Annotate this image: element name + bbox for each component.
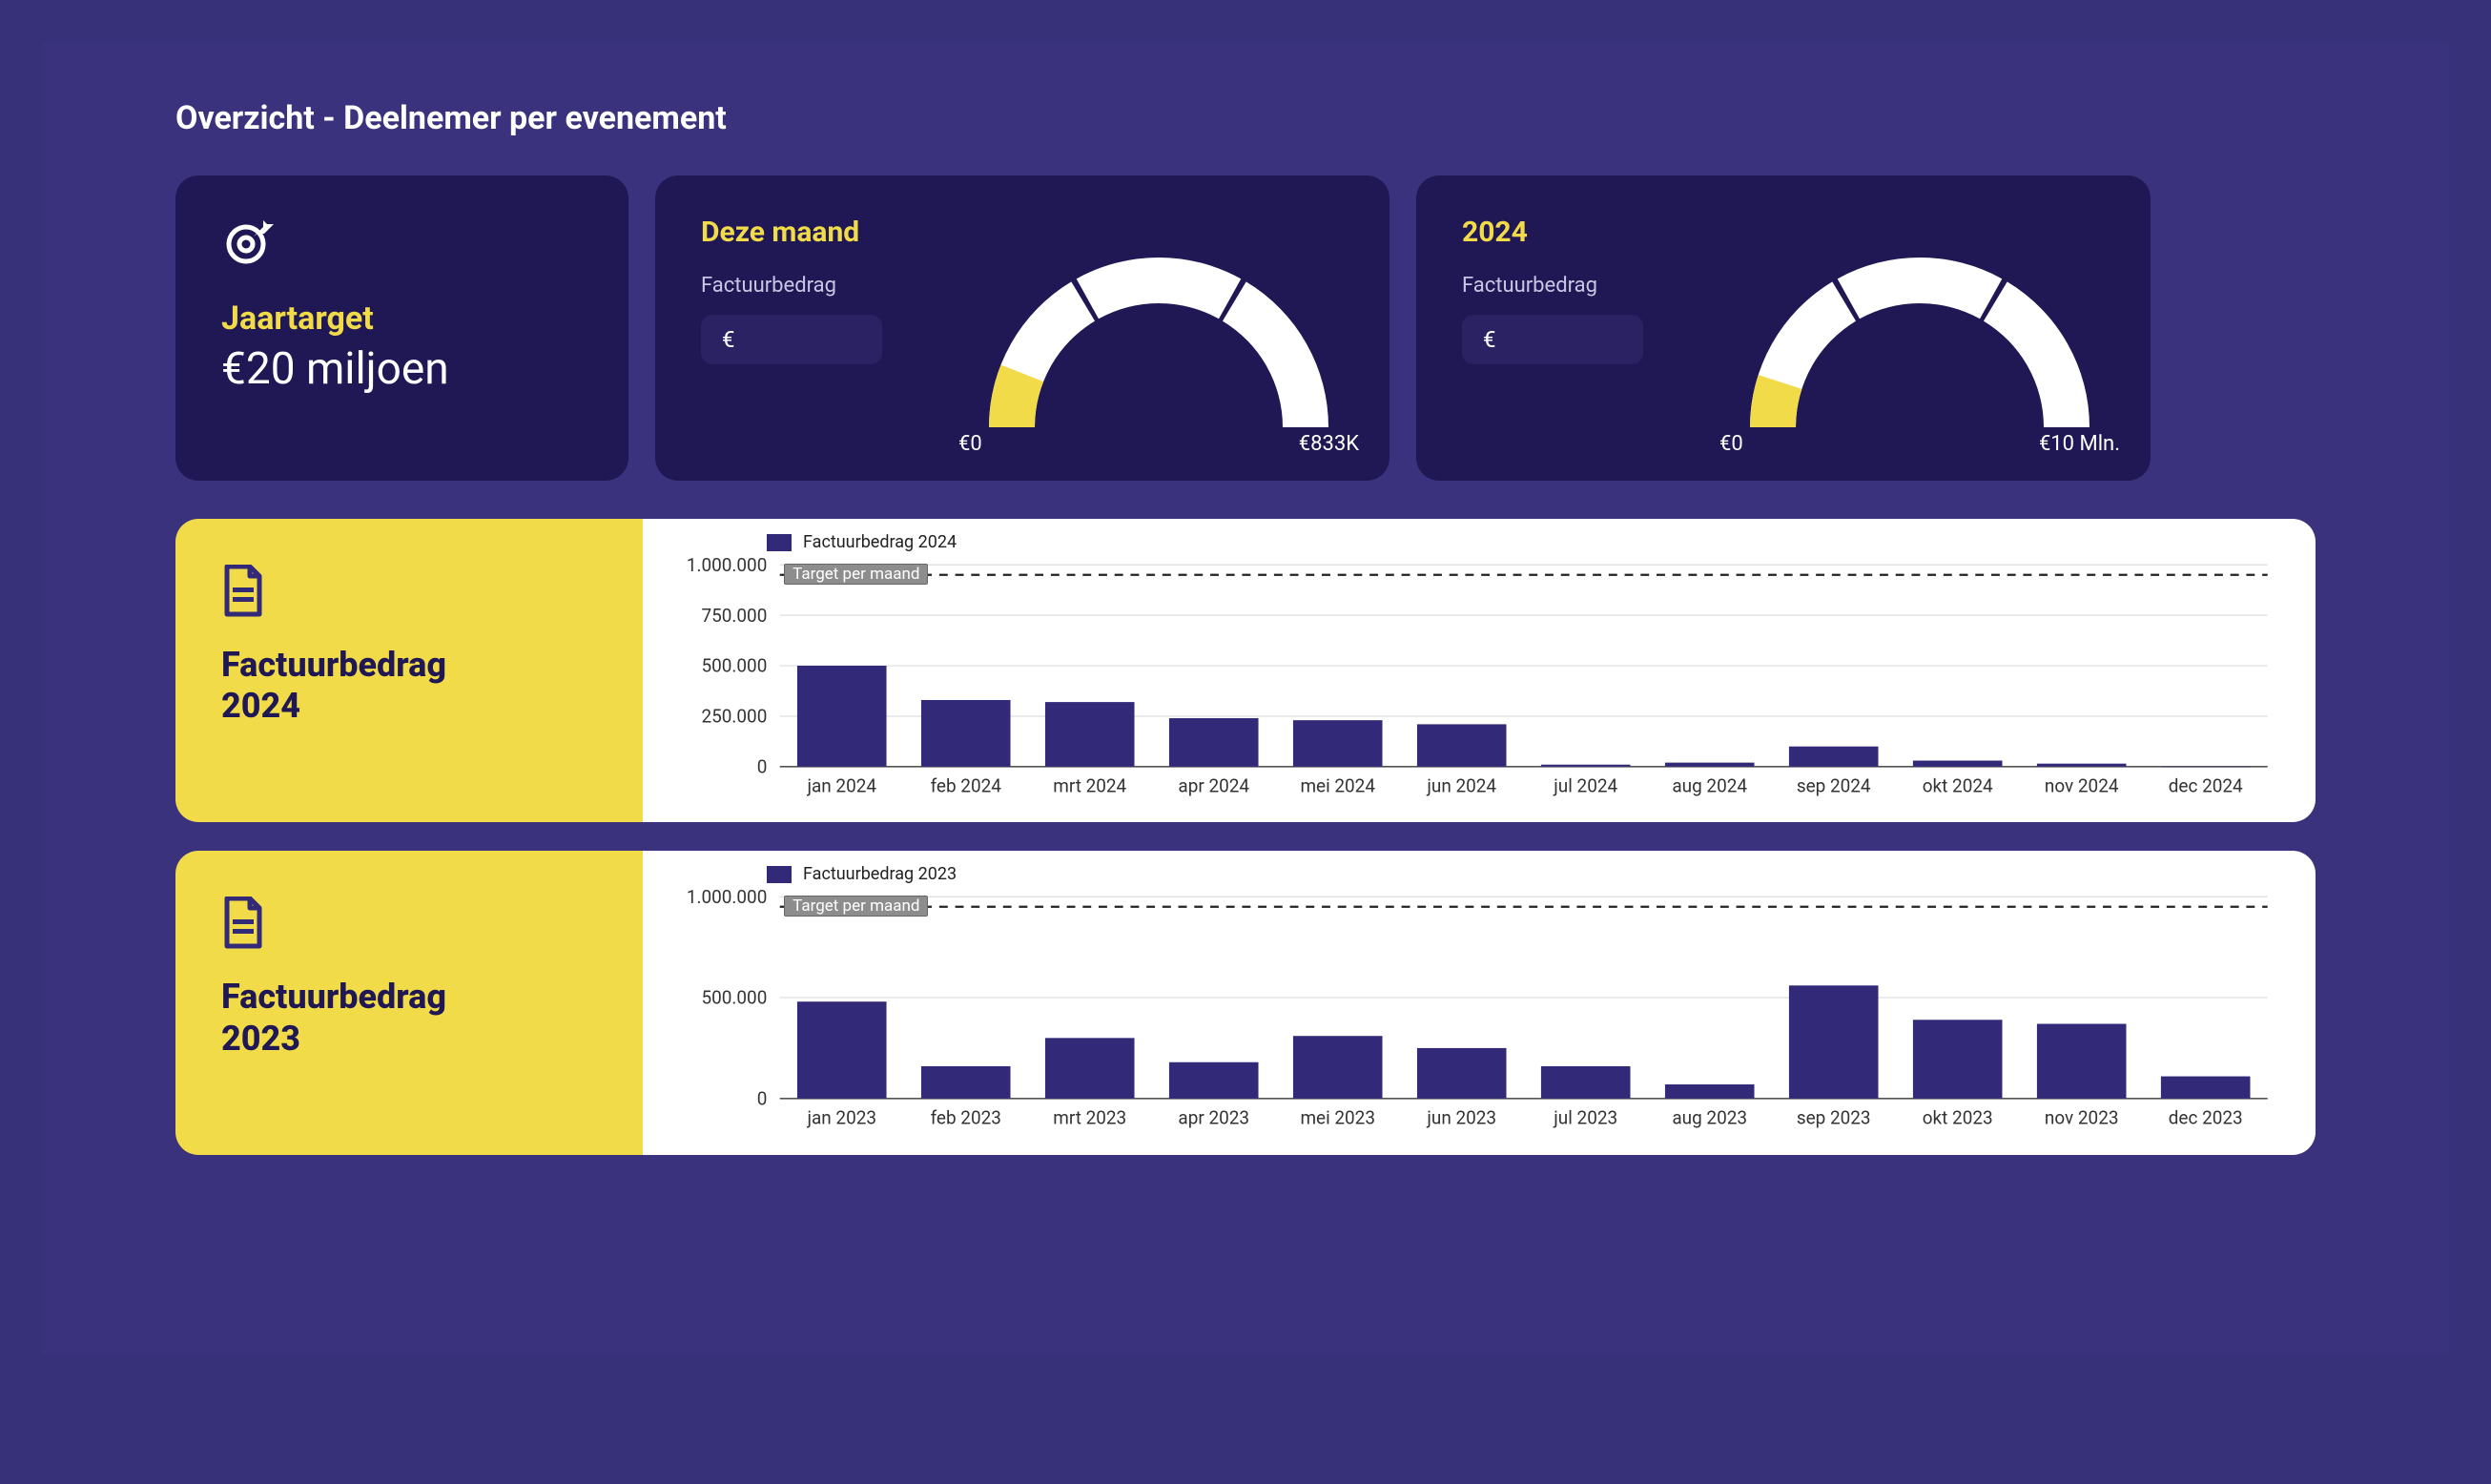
month-gauge-min: €0	[958, 432, 982, 456]
month-gauge-title: Deze maand	[701, 216, 949, 249]
chart-2023: 0 500.000 1.000.000 jan 2023 feb 2023 mrt 202…	[652, 886, 2289, 1141]
svg-text:aug 2023: aug 2023	[1672, 1107, 1747, 1129]
year-gauge-card: 2024 Factuurbedrag € €0 €10 Mln.	[1416, 175, 2151, 481]
chart-2024-label-panel: Factuurbedrag2024	[175, 519, 643, 822]
year-gauge-max: €10 Mln.	[2039, 432, 2120, 456]
svg-text:nov 2024: nov 2024	[2045, 775, 2119, 797]
svg-text:250.000: 250.000	[702, 706, 768, 728]
month-gauge-card: Deze maand Factuurbedrag € €0 €833K	[655, 175, 1390, 481]
annual-target-value: €20 miljoen	[221, 343, 583, 395]
annual-target-label: Jaartarget	[221, 299, 583, 338]
svg-text:jul 2024: jul 2024	[1553, 775, 1617, 797]
svg-text:dec 2023: dec 2023	[2169, 1107, 2243, 1129]
svg-text:apr 2024: apr 2024	[1178, 775, 1249, 797]
svg-text:dec 2024: dec 2024	[2169, 775, 2243, 797]
svg-text:jun 2023: jun 2023	[1426, 1107, 1496, 1129]
svg-text:750.000: 750.000	[702, 605, 768, 627]
svg-text:feb 2024: feb 2024	[931, 775, 1002, 797]
chart-2023-row: Factuurbedrag2023 Factuurbedrag 2023 0 50…	[175, 851, 2316, 1154]
chart-2024: 0 250.000 500.000 750.000 1.000.000 jan 2024 f…	[652, 554, 2289, 809]
svg-text:sep 2023: sep 2023	[1797, 1107, 1871, 1129]
svg-text:500.000: 500.000	[702, 987, 768, 1009]
chart-2023-label-panel: Factuurbedrag2023	[175, 851, 643, 1154]
svg-text:jul 2023: jul 2023	[1553, 1107, 1617, 1129]
chart-2024-target-badge: Target per maand	[784, 564, 928, 585]
chart-2023-target-badge: Target per maand	[784, 896, 928, 917]
svg-text:1.000.000: 1.000.000	[687, 886, 768, 908]
invoice-icon	[221, 565, 597, 622]
chart-2023-legend-text: Factuurbedrag 2023	[803, 864, 957, 884]
svg-text:sep 2024: sep 2024	[1797, 775, 1871, 797]
svg-text:500.000: 500.000	[702, 655, 768, 677]
month-gauge-max: €833K	[1299, 432, 1359, 456]
year-gauge-title: 2024	[1462, 216, 1710, 249]
svg-text:okt 2023: okt 2023	[1923, 1107, 1993, 1129]
svg-text:mrt 2024: mrt 2024	[1053, 775, 1126, 797]
year-gauge-value-pill: €	[1462, 315, 1643, 364]
target-icon	[221, 216, 583, 273]
svg-text:feb 2023: feb 2023	[931, 1107, 1001, 1129]
page-title: Overzicht - Deelnemer per evenement	[175, 99, 2316, 137]
svg-text:mei 2024: mei 2024	[1300, 775, 1375, 797]
month-gauge-value-pill: €	[701, 315, 882, 364]
annual-target-card: Jaartarget €20 miljoen	[175, 175, 628, 481]
month-gauge-subtitle: Factuurbedrag	[701, 274, 949, 298]
svg-text:0: 0	[757, 1088, 768, 1110]
kpi-row: Jaartarget €20 miljoen Deze maand Factuu…	[175, 175, 2316, 481]
chart-2024-legend: Factuurbedrag 2024	[767, 532, 2289, 552]
invoice-icon	[221, 897, 597, 954]
year-gauge-min: €0	[1719, 432, 1743, 456]
legend-swatch-icon	[767, 534, 792, 551]
year-gauge	[1719, 227, 2120, 446]
svg-text:jan 2024: jan 2024	[806, 775, 876, 797]
month-gauge	[958, 227, 1359, 446]
year-gauge-subtitle: Factuurbedrag	[1462, 274, 1710, 298]
chart-2023-title: Factuurbedrag2023	[221, 977, 597, 1059]
svg-text:jun 2024: jun 2024	[1426, 775, 1496, 797]
svg-text:mei 2023: mei 2023	[1300, 1107, 1375, 1129]
chart-2024-row: Factuurbedrag2024 Factuurbedrag 2024 0 25…	[175, 519, 2316, 822]
svg-text:okt 2024: okt 2024	[1923, 775, 1993, 797]
svg-text:apr 2023: apr 2023	[1178, 1107, 1249, 1129]
legend-swatch-icon	[767, 866, 792, 883]
dashboard-page: Overzicht - Deelnemer per evenement Jaar…	[42, 42, 2449, 1355]
svg-text:nov 2023: nov 2023	[2045, 1107, 2119, 1129]
svg-text:mrt 2023: mrt 2023	[1053, 1107, 1126, 1129]
svg-text:aug 2024: aug 2024	[1672, 775, 1747, 797]
svg-text:1.000.000: 1.000.000	[687, 554, 768, 576]
svg-text:0: 0	[757, 756, 768, 778]
chart-2023-legend: Factuurbedrag 2023	[767, 864, 2289, 884]
chart-2024-legend-text: Factuurbedrag 2024	[803, 532, 957, 552]
chart-2024-title: Factuurbedrag2024	[221, 645, 597, 727]
svg-text:jan 2023: jan 2023	[806, 1107, 876, 1129]
